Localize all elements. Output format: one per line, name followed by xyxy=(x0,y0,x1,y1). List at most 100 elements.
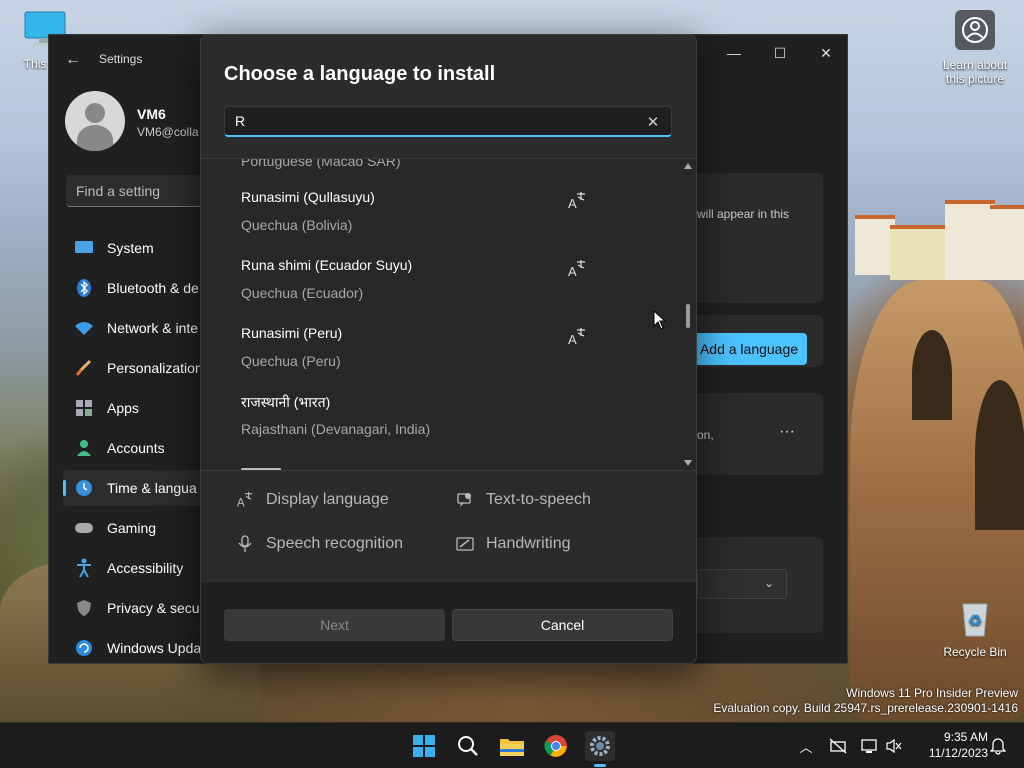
show-hidden-icons-button[interactable]: ︿ xyxy=(796,736,816,756)
dialog-footer: Next Cancel xyxy=(201,581,696,663)
network-tray-icon[interactable] xyxy=(828,736,848,756)
clock-date: 11/12/2023 xyxy=(928,746,988,760)
language-name: Runa shimi (Ecuador Suyu) xyxy=(241,257,413,273)
bluetooth-icon xyxy=(73,277,95,299)
learn-label-line2: this picture xyxy=(945,72,1005,86)
add-language-button[interactable]: Add a language xyxy=(691,333,807,365)
language-name: Runasimi (Qullasuyu) xyxy=(241,189,375,205)
clock[interactable]: 9:35 AM 11/12/2023 xyxy=(912,729,988,761)
more-options-button[interactable]: ··· xyxy=(779,423,795,441)
sidebar-item-gaming[interactable]: Gaming xyxy=(63,510,203,546)
sidebar-item-time-language[interactable]: Time & langua xyxy=(63,470,203,506)
scroll-up-arrow-icon[interactable] xyxy=(684,163,692,169)
system-icon xyxy=(73,237,95,259)
language-english-name: Quechua (Bolivia) xyxy=(241,217,353,233)
svg-text:A: A xyxy=(568,332,577,347)
card-text: will appear in this xyxy=(697,207,790,221)
user-name: VM6 xyxy=(137,106,166,122)
search-icon xyxy=(458,736,478,756)
person-icon xyxy=(73,437,95,459)
selected-indicator xyxy=(63,480,66,496)
minimize-button[interactable]: — xyxy=(711,39,757,67)
watermark-line2: Evaluation copy. Build 25947.rs_prerelea… xyxy=(713,701,1018,715)
sidebar-item-accounts[interactable]: Accounts xyxy=(63,430,203,466)
list-item-partial[interactable]: Portuguese (Macao SAR) xyxy=(241,159,401,169)
learn-label-line1: Learn about xyxy=(942,58,1008,72)
svg-text:A: A xyxy=(568,264,577,279)
card2-text: on, xyxy=(697,428,714,442)
scrollbar-thumb[interactable] xyxy=(686,304,690,328)
language-list[interactable]: Portuguese (Macao SAR) Runasimi (Qullasu… xyxy=(201,158,696,471)
wallpaper-building xyxy=(945,200,995,280)
cancel-button[interactable]: Cancel xyxy=(452,609,673,641)
list-item[interactable]: Runasimi (Qullasuyu) Quechua (Bolivia) A xyxy=(201,179,681,247)
display-tray-icon[interactable] xyxy=(860,736,880,756)
region-dropdown[interactable]: ⌄ xyxy=(697,569,787,599)
feature-display-language: A Display language xyxy=(236,491,389,509)
sidebar-item-windows-update[interactable]: Windows Upda xyxy=(63,630,203,663)
sidebar-item-apps[interactable]: Apps xyxy=(63,390,203,426)
language-search-input[interactable] xyxy=(225,113,625,129)
wallpaper-building xyxy=(890,225,945,280)
learn-about-picture-icon[interactable]: Learn about this picture xyxy=(936,10,1014,86)
sidebar-item-accessibility[interactable]: Accessibility xyxy=(63,550,203,586)
gamepad-icon xyxy=(73,517,95,539)
language-name: राजस्थानी (भारत) xyxy=(241,394,331,410)
file-explorer-button[interactable] xyxy=(497,731,527,761)
wifi-icon xyxy=(73,317,95,339)
feature-handwriting: Handwriting xyxy=(456,535,570,553)
list-item[interactable]: राजस्थानी (भारत) Rajasthani (Devanagari,… xyxy=(201,383,681,451)
bell-icon xyxy=(990,738,1006,755)
sidebar-item-system[interactable]: System xyxy=(63,230,203,266)
display-language-icon: A xyxy=(568,260,585,279)
list-scrollbar[interactable] xyxy=(684,159,692,470)
notifications-button[interactable] xyxy=(988,736,1008,756)
monitor-icon xyxy=(861,739,877,753)
folder-icon xyxy=(500,739,524,756)
list-item[interactable]: Runa shimi (Ecuador Suyu) Quechua (Ecuad… xyxy=(201,247,681,315)
list-item-partial-bottom[interactable] xyxy=(241,461,301,470)
close-button[interactable]: ✕ xyxy=(803,39,847,67)
camera-icon xyxy=(955,10,995,50)
feature-text-to-speech: Text-to-speech xyxy=(456,491,591,509)
language-search-box[interactable]: ✕ xyxy=(224,106,672,137)
maximize-button[interactable]: ☐ xyxy=(757,39,803,67)
back-arrow-icon[interactable]: ← xyxy=(65,51,81,69)
svg-text:A: A xyxy=(237,496,245,509)
list-item[interactable]: Runasimi (Peru) Quechua (Peru) A xyxy=(201,315,681,383)
sidebar-item-network[interactable]: Network & inte xyxy=(63,310,203,346)
language-english-name: Quechua (Ecuador) xyxy=(241,285,364,301)
avatar xyxy=(65,91,125,151)
display-language-icon: A xyxy=(568,192,585,211)
wallpaper-building xyxy=(855,215,895,275)
shield-icon xyxy=(73,597,95,619)
start-button[interactable] xyxy=(409,731,439,761)
next-button[interactable]: Next xyxy=(224,609,445,641)
recycle-bin-label: Recycle Bin xyxy=(943,645,1007,659)
apps-icon xyxy=(73,397,95,419)
wallpaper-building xyxy=(990,205,1024,280)
sidebar-item-personalization[interactable]: Personalization xyxy=(63,350,203,386)
clear-search-button[interactable]: ✕ xyxy=(643,112,663,132)
scroll-down-arrow-icon[interactable] xyxy=(684,460,692,466)
settings-title: Settings xyxy=(99,52,143,66)
find-setting-input[interactable]: Find a setting xyxy=(66,175,206,207)
watermark-line1: Windows 11 Pro Insider Preview xyxy=(846,686,1018,700)
dialog-title: Choose a language to install xyxy=(224,63,496,85)
chevron-down-icon: ⌄ xyxy=(763,576,774,590)
settings-taskbar-button[interactable] xyxy=(585,731,615,767)
text-to-speech-icon xyxy=(457,493,471,507)
find-setting-placeholder: Find a setting xyxy=(76,183,161,199)
mouse-cursor-icon xyxy=(653,310,667,330)
sidebar-item-bluetooth[interactable]: Bluetooth & de xyxy=(63,270,203,306)
close-icon: ✕ xyxy=(646,114,660,131)
wallpaper-bridge-arch xyxy=(975,380,1024,530)
sidebar-item-privacy[interactable]: Privacy & secu xyxy=(63,590,203,626)
svg-text:♻: ♻ xyxy=(968,613,982,630)
volume-tray-icon[interactable] xyxy=(884,736,904,756)
feature-speech-recognition: Speech recognition xyxy=(236,535,403,553)
recycle-bin-desktop-icon[interactable]: ♻ Recycle Bin xyxy=(940,598,1010,659)
chrome-button[interactable] xyxy=(541,731,571,761)
chevron-up-icon: ︿ xyxy=(799,739,813,755)
search-button[interactable] xyxy=(453,731,483,761)
